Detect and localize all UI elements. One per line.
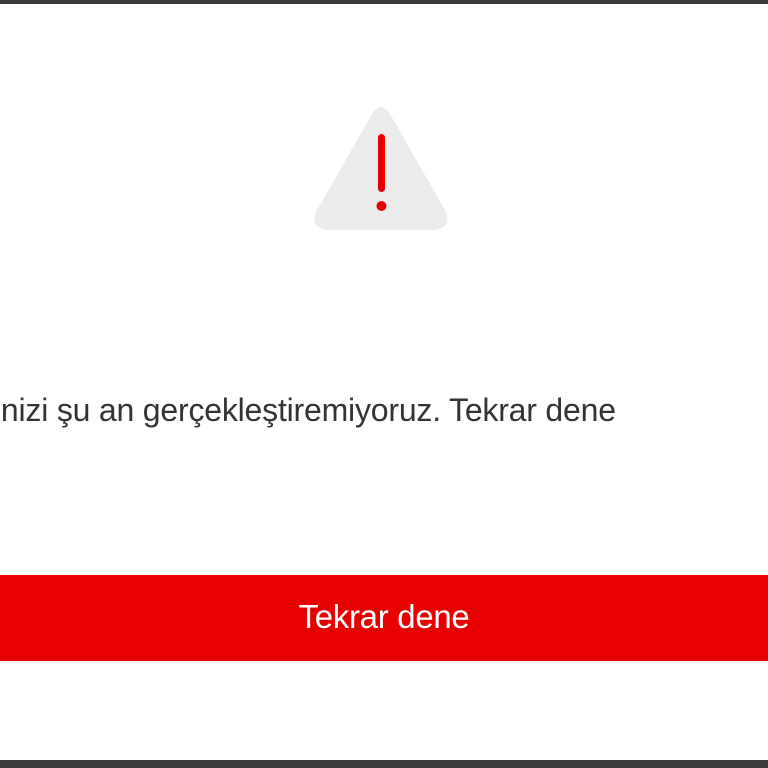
window-top-border — [0, 0, 768, 4]
retry-button[interactable]: Tekrar dene — [0, 575, 768, 661]
warning-triangle-icon — [310, 100, 452, 236]
error-message: inizi şu an gerçekleştiremiyoruz. Tekrar… — [0, 388, 768, 436]
retry-button-label: Tekrar dene — [298, 598, 470, 635]
error-message-text: inizi şu an gerçekleştiremiyoruz. Tekrar… — [0, 392, 616, 428]
window-bottom-border — [0, 760, 768, 768]
